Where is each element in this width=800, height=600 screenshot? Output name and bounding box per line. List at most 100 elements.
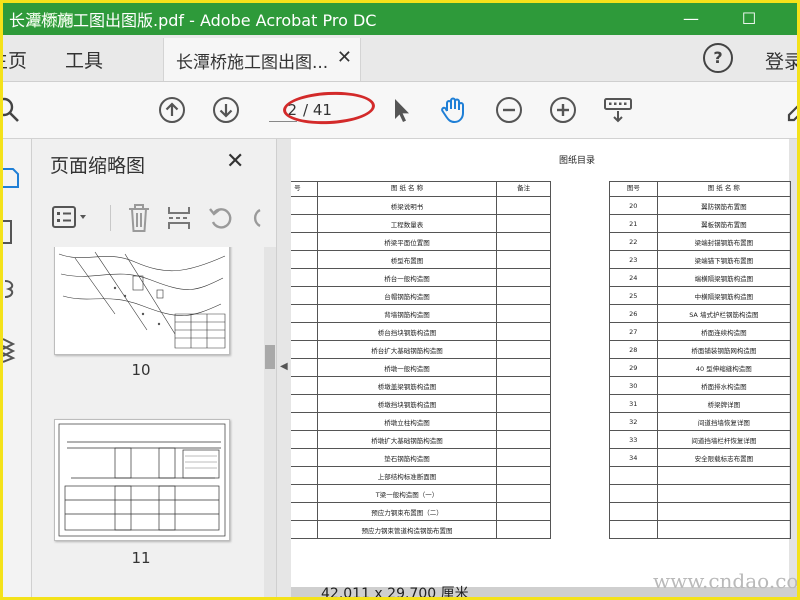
- extract-pages-icon[interactable]: [166, 203, 192, 233]
- drawing-name: 间道挡墙栏杆恢复详图: [656, 430, 792, 449]
- drawing-name: 安全限载标志布置图: [656, 448, 792, 467]
- attachments-icon[interactable]: [3, 277, 23, 301]
- drawing-name: 桥梁平面位置图: [316, 232, 498, 251]
- layers-icon[interactable]: [3, 335, 23, 363]
- table-row: 4桥型布置图: [291, 250, 551, 269]
- thumbnail-drawing: [58, 251, 226, 349]
- drawing-note: [496, 196, 551, 215]
- tab-document[interactable]: 长潭桥施工图出图... ✕: [163, 38, 361, 81]
- tab-document-label: 长潭桥施工图出图...: [176, 53, 329, 73]
- maximize-button[interactable]: ☐: [729, 3, 769, 35]
- table-row: 30 桥面排水构造图: [609, 376, 792, 395]
- bookmarks-icon[interactable]: [3, 219, 23, 245]
- next-page-icon[interactable]: [212, 96, 240, 124]
- drawing-number: 22: [609, 232, 658, 251]
- drawing-number: 1: [291, 376, 318, 395]
- keyboard-icon[interactable]: [603, 96, 633, 124]
- drawing-note: [496, 502, 551, 521]
- hand-tool-icon[interactable]: [439, 96, 467, 124]
- drawing-note: [496, 322, 551, 341]
- rotate-right-icon[interactable]: [248, 205, 264, 231]
- thumbnail-drawing: [58, 423, 226, 537]
- table-row: 28 桥面铺装钢筋网构造图: [609, 340, 792, 359]
- thumbnails-scrollbar[interactable]: [264, 247, 276, 597]
- table-header-row: 号 图 纸 名 称 备注: [291, 181, 551, 197]
- drawing-number: 20: [609, 196, 658, 215]
- zoom-out-icon[interactable]: [495, 96, 523, 124]
- drawing-number: 8: [291, 502, 318, 521]
- table-row: 9桥台扩大基础钢筋构造图: [291, 340, 551, 359]
- thumbnail-page[interactable]: [54, 247, 230, 355]
- drawing-number: 3: [291, 232, 318, 251]
- close-tab-button[interactable]: ✕: [337, 47, 352, 68]
- table-row: 8预应力钢束布置图（二）: [291, 502, 551, 521]
- drawing-number: 24: [609, 268, 658, 287]
- table-row: [609, 466, 792, 485]
- drawing-number: 8: [291, 322, 318, 341]
- table-row: 3桥墩立柱构造图: [291, 412, 551, 431]
- collapse-panel-icon[interactable]: ◀: [280, 361, 288, 372]
- table-row: 2桥墩挡块钢筋构造图: [291, 394, 551, 413]
- drawing-note: [496, 394, 551, 413]
- drawing-name: 梁端锚下钢筋布置图: [656, 250, 792, 269]
- thumbnail-page[interactable]: [54, 419, 230, 541]
- page-thumbnails-icon[interactable]: [3, 165, 23, 189]
- drawing-note: [496, 286, 551, 305]
- column-header: 图 纸 名 称: [316, 181, 498, 197]
- highlight-annotation: [282, 89, 376, 127]
- delete-page-icon[interactable]: [126, 203, 152, 233]
- close-panel-button[interactable]: ✕: [226, 149, 244, 174]
- drawing-number: 29: [609, 358, 658, 377]
- thumbnail-list: 10 11: [32, 247, 264, 597]
- drawing-name: 桥墩一般构造图: [316, 358, 498, 377]
- drawing-number: 7: [291, 484, 318, 503]
- drawing-number: 0: [291, 358, 318, 377]
- drawing-number: 4: [291, 430, 318, 449]
- column-header: 图 纸 名 称: [656, 181, 792, 197]
- search-icon[interactable]: [0, 96, 21, 124]
- drawing-name: 梁端封锚钢筋布置图: [656, 232, 792, 251]
- table-row: 33 间道挡墙栏杆恢复详图: [609, 430, 792, 449]
- help-button[interactable]: ?: [703, 43, 733, 73]
- login-button[interactable]: 登录: [765, 47, 797, 74]
- select-cursor-icon[interactable]: [387, 96, 415, 124]
- table-header-row: 图号 图 纸 名 称: [609, 181, 792, 197]
- drawing-number: 23: [609, 250, 658, 269]
- zoom-in-icon[interactable]: [549, 96, 577, 124]
- drawing-name: 背墙钢筋构造图: [316, 304, 498, 323]
- drawing-note: [496, 484, 551, 503]
- drawing-number: 32: [609, 412, 658, 431]
- panel-splitter[interactable]: ◀: [276, 139, 291, 597]
- table-row: 20 翼防钢筋布置图: [609, 196, 792, 215]
- more-tools-icon[interactable]: [785, 96, 800, 124]
- drawing-number: [609, 484, 658, 503]
- drawing-note: [496, 358, 551, 377]
- minimize-button[interactable]: —: [671, 3, 711, 35]
- table-row: 5垫石钢筋构造图: [291, 448, 551, 467]
- drawing-note: [496, 412, 551, 431]
- drawing-index-title: 图纸目录: [559, 156, 596, 166]
- drawing-note: [496, 466, 551, 485]
- tab-tools[interactable]: 工具: [65, 46, 103, 73]
- table-row: [609, 520, 792, 539]
- table-row: 1桥梁说明书: [291, 196, 551, 215]
- drawing-number: 25: [609, 286, 658, 305]
- drawing-number: [609, 520, 658, 539]
- table-row: 34 安全限载标志布置图: [609, 448, 792, 467]
- table-row: 8桥台挡块钢筋构造图: [291, 322, 551, 341]
- drawing-name: [656, 466, 792, 485]
- drawing-name: 中横隔梁钢筋构造图: [656, 286, 792, 305]
- table-row: 3桥梁平面位置图: [291, 232, 551, 251]
- drawing-index-right: 图号 图 纸 名 称 20 翼防钢筋布置图 21 翼板钢筋布置图 22 梁端封锚钢筋布置图…: [609, 181, 792, 539]
- drawing-name: 台帽钢筋构造图: [316, 286, 498, 305]
- tab-home[interactable]: 主页: [3, 46, 27, 73]
- previous-page-icon[interactable]: [158, 96, 186, 124]
- scrollbar-thumb[interactable]: [265, 345, 275, 369]
- drawing-name: 翼板钢筋布置图: [656, 214, 792, 233]
- thumbnail-options-icon[interactable]: [52, 205, 90, 231]
- drawing-note: [496, 340, 551, 359]
- left-rail: [3, 139, 32, 597]
- drawing-number: 5: [291, 268, 318, 287]
- watermark-logo: 逆领网: [27, 11, 76, 29]
- rotate-left-icon[interactable]: [208, 205, 234, 231]
